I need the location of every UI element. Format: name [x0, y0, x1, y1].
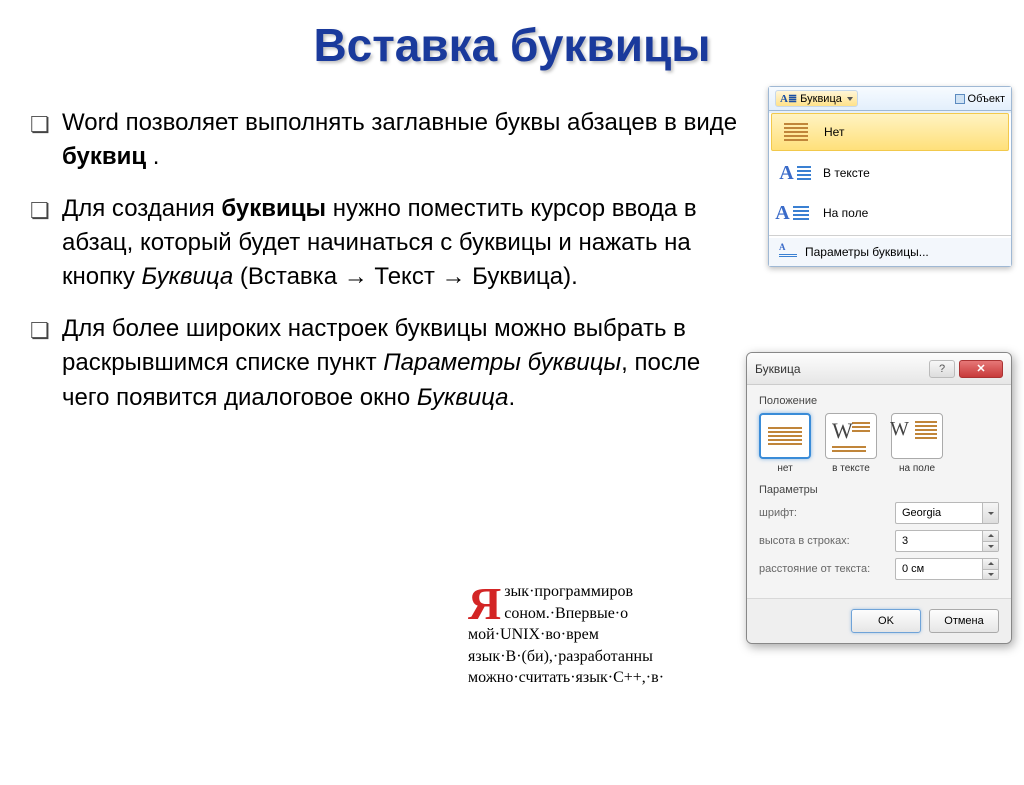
- text-bold: буквицы: [221, 195, 326, 222]
- ribbon-item-label: В тексте: [823, 166, 870, 180]
- text-italic: Буквица: [142, 263, 234, 290]
- ribbon-item-label: Параметры буквицы...: [805, 245, 929, 259]
- sample-line: язык·В·(би),·разработанны: [468, 648, 653, 665]
- dropcap-preview-icon: A: [775, 203, 789, 223]
- dialog-titlebar[interactable]: Буквица ? ✕: [747, 353, 1011, 385]
- preview-letter-icon: W: [832, 418, 853, 444]
- text-fragment: .: [509, 384, 516, 411]
- position-in-text[interactable]: W: [825, 413, 877, 459]
- object-label: Объект: [968, 93, 1005, 105]
- sample-line: можно·считать·язык·С++,·в·: [468, 669, 664, 686]
- position-label: в тексте: [832, 463, 870, 474]
- text-fragment: .: [146, 143, 159, 170]
- close-button[interactable]: ✕: [959, 360, 1003, 378]
- ribbon-header: A≣ Буквица Объект: [769, 87, 1011, 111]
- sample-dropcap-text: Я зык·программиров соном.·Впервые·о мой·…: [468, 581, 746, 689]
- insert-object-button[interactable]: Объект: [955, 93, 1005, 105]
- bullet-2: Для создания буквицы нужно поместить кур…: [30, 192, 740, 294]
- distance-value: 0 см: [902, 563, 924, 575]
- font-select[interactable]: Georgia: [895, 502, 999, 524]
- ribbon-menu-list: Нет A В тексте A На поле A Параметры бук…: [769, 113, 1011, 266]
- bullet-3: Для более широких настроек буквицы можно…: [30, 312, 740, 414]
- distance-stepper[interactable]: 0 см: [895, 558, 999, 580]
- ok-button[interactable]: OK: [851, 609, 921, 633]
- text-fragment: Для создания: [62, 195, 221, 222]
- dropcap-button-label: Буквица: [800, 93, 842, 105]
- text-italic: Параметры буквицы: [383, 349, 621, 376]
- body-text: Word позволяет выполнять заглавные буквы…: [30, 106, 740, 433]
- chevron-down-icon: [982, 503, 998, 523]
- object-icon: [955, 94, 965, 104]
- position-group-label: Положение: [759, 395, 999, 407]
- parameters-group-label: Параметры: [759, 484, 999, 496]
- height-value: 3: [902, 535, 908, 547]
- text-fragment: (Вставка → Текст → Буквица).: [233, 263, 578, 290]
- text-italic: Буквица: [417, 384, 509, 411]
- ribbon-item-none[interactable]: Нет: [771, 113, 1009, 151]
- text-bold: буквиц: [62, 143, 146, 170]
- cancel-button[interactable]: Отмена: [929, 609, 999, 633]
- slide-title: Вставка буквицы: [0, 18, 1024, 72]
- position-row: нет W в тексте W на поле: [759, 413, 999, 474]
- help-button[interactable]: ?: [929, 360, 955, 378]
- position-label: на поле: [899, 463, 935, 474]
- sample-line: соном.·Впервые·о: [504, 605, 628, 622]
- bullet-1: Word позволяет выполнять заглавные буквы…: [30, 106, 740, 174]
- preview-letter-icon: W: [890, 418, 909, 441]
- height-stepper[interactable]: 3: [895, 530, 999, 552]
- height-field-label: высота в строках:: [759, 535, 887, 547]
- dropcap-dialog: Буквица ? ✕ Положение нет W в тексте: [746, 352, 1012, 644]
- text-fragment: Word позволяет выполнять заглавные буквы…: [62, 109, 737, 136]
- position-in-margin[interactable]: W: [891, 413, 943, 459]
- chevron-down-icon: [847, 97, 853, 101]
- menu-separator: [769, 235, 1011, 236]
- dropcap-options-icon: A: [779, 244, 797, 260]
- font-field-label: шрифт:: [759, 507, 887, 519]
- ribbon-item-options[interactable]: A Параметры буквицы...: [769, 238, 1011, 266]
- sample-line: зык·программиров: [504, 583, 633, 600]
- ribbon-dropcap-dropdown: A≣ Буквица Объект Нет A В тексте A На по…: [768, 86, 1012, 267]
- ribbon-item-in-text[interactable]: A В тексте: [769, 153, 1011, 193]
- dropcap-ribbon-button[interactable]: A≣ Буквица: [775, 90, 858, 107]
- ribbon-item-label: На поле: [823, 206, 868, 220]
- sample-line: мой·UNIX·во·врем: [468, 626, 599, 643]
- dialog-title: Буквица: [755, 362, 925, 376]
- spinner-icon[interactable]: [982, 559, 998, 579]
- dropcap-preview-icon: A: [779, 163, 793, 183]
- font-value: Georgia: [902, 507, 941, 519]
- dropcap-letter: Я: [468, 584, 501, 623]
- dropcap-icon: A≣: [780, 92, 797, 105]
- ribbon-item-label: Нет: [824, 125, 844, 139]
- position-label: нет: [777, 463, 792, 474]
- spinner-icon[interactable]: [982, 531, 998, 551]
- distance-field-label: расстояние от текста:: [759, 563, 887, 575]
- position-none[interactable]: [759, 413, 811, 459]
- ribbon-item-in-margin[interactable]: A На поле: [769, 193, 1011, 233]
